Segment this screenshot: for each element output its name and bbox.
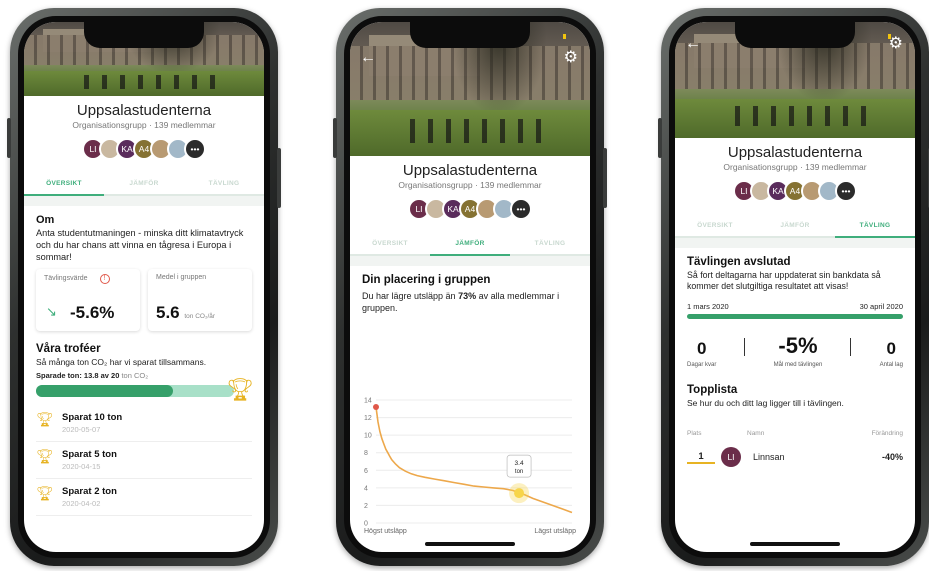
toplist-place: 1 <box>687 451 715 464</box>
more-members-avatar[interactable]: ••• <box>835 180 857 202</box>
toplist-name: Linnsan <box>753 452 785 463</box>
toplist-header: Plats Namn Förändring <box>687 430 903 438</box>
tab-bar: ÖVERSIKT JÄMFÖR TÄVLING <box>350 232 590 256</box>
phone-competition: ← ⚙ Uppsalastudenterna Organisationsgrup… <box>658 8 929 566</box>
tab-competition[interactable]: TÄVLING <box>184 172 264 194</box>
trend-down-icon: ↘ <box>46 304 57 320</box>
tab-compare[interactable]: JÄMFÖR <box>104 172 184 194</box>
screen-overview: Uppsalastudenterna Organisationsgrupp · … <box>24 22 264 552</box>
start-point <box>373 404 379 411</box>
y-tick-label: 8 <box>364 450 368 457</box>
highlight-point <box>514 488 525 499</box>
saved-tons-progress <box>36 385 234 398</box>
group-average-value: 5.6 ton CO₂/år <box>156 303 216 323</box>
screen-competition: ← ⚙ Uppsalastudenterna Organisationsgrup… <box>675 22 915 552</box>
trophies-text: Så många ton CO₂ har vi sparat tillsamma… <box>36 357 207 368</box>
back-arrow-icon[interactable]: ← <box>360 50 376 66</box>
tab-overview[interactable]: ÖVERSIKT <box>350 232 430 254</box>
group-subtitle: Organisationsgrupp · 139 medlemmar <box>72 120 216 130</box>
trophies-title: Våra troféer <box>36 343 101 356</box>
list-item[interactable]: 🏆︎ Sparat 10 ton 2020-05-07 <box>36 405 252 443</box>
trophy-list: 🏆︎ Sparat 10 ton 2020-05-07 🏆︎ Sparat 5 t… <box>36 405 252 517</box>
group-name: Uppsalastudenterna <box>76 102 212 119</box>
avatar: LI <box>721 447 741 468</box>
team-count-stat: 0 Antal lag <box>879 338 903 368</box>
days-left-stat: 0 Dagar kvar <box>687 338 717 368</box>
tooltip-value: 3.4 <box>515 460 524 467</box>
competition-status-text: Så fort deltagarna har uppdaterat sin ba… <box>687 270 881 292</box>
phone-overview: Uppsalastudenterna Organisationsgrupp · … <box>7 8 281 566</box>
y-tick-label: 0 <box>364 521 368 528</box>
more-members-avatar[interactable]: ••• <box>184 138 206 160</box>
x-label-lowest: Lägst utsläpp <box>534 528 576 535</box>
competition-status-title: Tävlingen avslutad <box>687 256 791 268</box>
emissions-distribution-chart: 0 2 4 6 8 10 12 14 3.4 ton <box>364 398 573 528</box>
competition-value: -5.6% <box>70 303 115 323</box>
back-arrow-icon[interactable]: ← <box>685 36 701 52</box>
trophy-icon: 🏆︎ <box>36 485 54 502</box>
competition-goal-stat: -5% Mål med tävlingen <box>773 332 823 368</box>
group-name: Uppsalastudenterna <box>727 144 863 161</box>
group-name: Uppsalastudenterna <box>402 162 538 179</box>
tab-competition[interactable]: TÄVLING <box>510 232 590 254</box>
tooltip-unit: ton <box>515 469 523 475</box>
placement-text: Du har lägre utsläpp än 73% av alla medl… <box>362 291 560 313</box>
trophy-icon: 🏆︎ <box>36 448 54 465</box>
group-subtitle: Organisationsgrupp · 139 medlemmar <box>723 162 867 172</box>
tab-overview[interactable]: ÖVERSIKT <box>24 172 104 196</box>
screen-compare: ← ⚙ Uppsalastudenterna Organisationsgrup… <box>350 22 590 552</box>
member-avatars[interactable]: LI KA A4 ••• <box>675 180 915 202</box>
y-tick-label: 14 <box>364 398 372 405</box>
toplist-title: Topplista <box>687 383 738 396</box>
competition-end-date: 30 april 2020 <box>859 301 903 311</box>
y-tick-label: 12 <box>364 415 372 422</box>
group-average-card: Medel i gruppen 5.6 ton CO₂/år <box>148 269 252 332</box>
info-icon[interactable]: ! <box>99 274 110 285</box>
toplist-text: Se hur du och ditt lag ligger till i täv… <box>687 397 844 408</box>
list-item[interactable]: 🏆︎ Sparat 2 ton 2020-04-02 <box>36 479 252 517</box>
trophy-icon: 🏆︎ <box>36 411 54 428</box>
y-tick-label: 10 <box>364 433 372 440</box>
tab-bar: ÖVERSIKT JÄMFÖR TÄVLING <box>675 214 915 238</box>
y-tick-label: 4 <box>364 485 368 492</box>
member-avatars[interactable]: LI KA A4 ••• <box>24 138 264 160</box>
about-text: Anta studentutmaningen - minska ditt kli… <box>36 228 244 262</box>
placement-title: Din placering i gruppen <box>362 274 491 286</box>
competition-stats: 0 Dagar kvar -5% Mål med tävlingen 0 Antal … <box>687 333 903 368</box>
group-average-label: Medel i gruppen <box>156 274 207 282</box>
competition-value-card: Tävlingsvärde ! ↘ -5.6% <box>36 269 140 332</box>
more-members-avatar[interactable]: ••• <box>510 198 532 220</box>
tab-competition[interactable]: TÄVLING <box>835 214 915 238</box>
group-subtitle: Organisationsgrupp · 139 medlemmar <box>398 180 542 190</box>
tab-overview[interactable]: ÖVERSIKT <box>675 214 755 236</box>
about-title: Om <box>36 214 55 226</box>
x-label-highest: Högst utsläpp <box>364 528 407 535</box>
series-line <box>375 406 573 514</box>
tab-compare[interactable]: JÄMFÖR <box>755 214 835 236</box>
saved-tons-progress-fill <box>36 385 173 398</box>
tab-bar: ÖVERSIKT JÄMFÖR TÄVLING <box>24 172 264 196</box>
member-avatars[interactable]: LI KA A4 ••• <box>350 198 590 220</box>
tab-compare[interactable]: JÄMFÖR <box>430 232 510 256</box>
toplist-change: -40% <box>881 452 903 463</box>
saved-tons-label: Sparade ton: 13.8 av 20 ton CO₂ <box>36 371 149 381</box>
trophy-goal-icon: 🏆︎ <box>226 377 254 403</box>
table-row[interactable]: 1 LI Linnsan -40% <box>687 447 903 468</box>
list-item[interactable]: 🏆︎ Sparat 5 ton 2020-04-15 <box>36 442 252 480</box>
competition-start-date: 1 mars 2020 <box>687 301 729 311</box>
y-tick-label: 2 <box>364 503 368 510</box>
gear-icon[interactable]: ⚙ <box>564 50 578 66</box>
phone-compare: ← ⚙ Uppsalastudenterna Organisationsgrup… <box>333 8 607 566</box>
y-tick-label: 6 <box>364 468 368 475</box>
competition-period-bar <box>687 313 903 319</box>
competition-value-label: Tävlingsvärde ! <box>44 274 132 285</box>
